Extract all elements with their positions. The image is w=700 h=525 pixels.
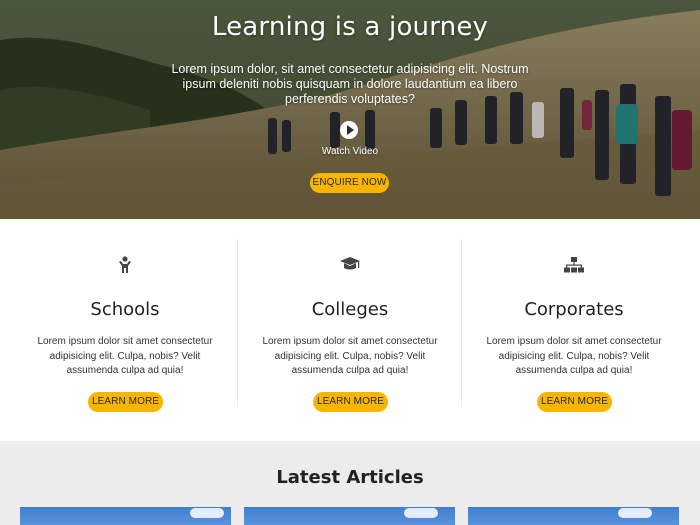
section-title: Latest Articles [276,467,424,488]
feature-description: Lorem ipsum dolor sit amet consectetur a… [486,336,662,376]
cloud-decoration [190,508,224,518]
enquire-now-button[interactable]: ENQUIRE NOW [310,173,389,193]
latest-articles-section: Latest Articles [0,441,700,525]
feature-title: Schools [90,299,160,320]
article-card-image[interactable] [468,507,679,525]
article-card-image[interactable] [244,507,455,525]
hero-title: Learning is a journey [211,12,489,42]
play-video-button[interactable] [340,121,358,139]
feature-title: Colleges [311,299,389,320]
learn-more-button[interactable]: LEARN MORE [537,392,612,412]
learn-more-button[interactable]: LEARN MORE [88,392,163,412]
cloud-decoration [618,508,652,518]
play-icon [346,125,354,135]
feature-card-corporates: Corporates Lorem ipsum dolor sit amet co… [461,239,686,412]
feature-card-colleges: Colleges Lorem ipsum dolor sit amet cons… [237,239,462,412]
feature-description: Lorem ipsum dolor sit amet consectetur a… [262,336,438,376]
cloud-decoration [404,508,438,518]
watch-video-link[interactable]: Watch Video [300,146,400,157]
feature-title: Corporates [524,299,624,320]
features-section: Schools Lorem ipsum dolor sit amet conse… [0,219,700,441]
graduation-cap-icon [238,256,462,276]
hero-section: Learning is a journey Lorem ipsum dolor,… [0,0,700,219]
feature-description: Lorem ipsum dolor sit amet consectetur a… [37,336,213,376]
learn-more-button[interactable]: LEARN MORE [313,392,388,412]
child-icon [13,256,237,276]
article-card-image[interactable] [20,507,231,525]
hero-description: Lorem ipsum dolor, sit amet consectetur … [171,62,529,106]
sitemap-icon [462,256,686,276]
feature-card-schools: Schools Lorem ipsum dolor sit amet conse… [13,239,237,412]
